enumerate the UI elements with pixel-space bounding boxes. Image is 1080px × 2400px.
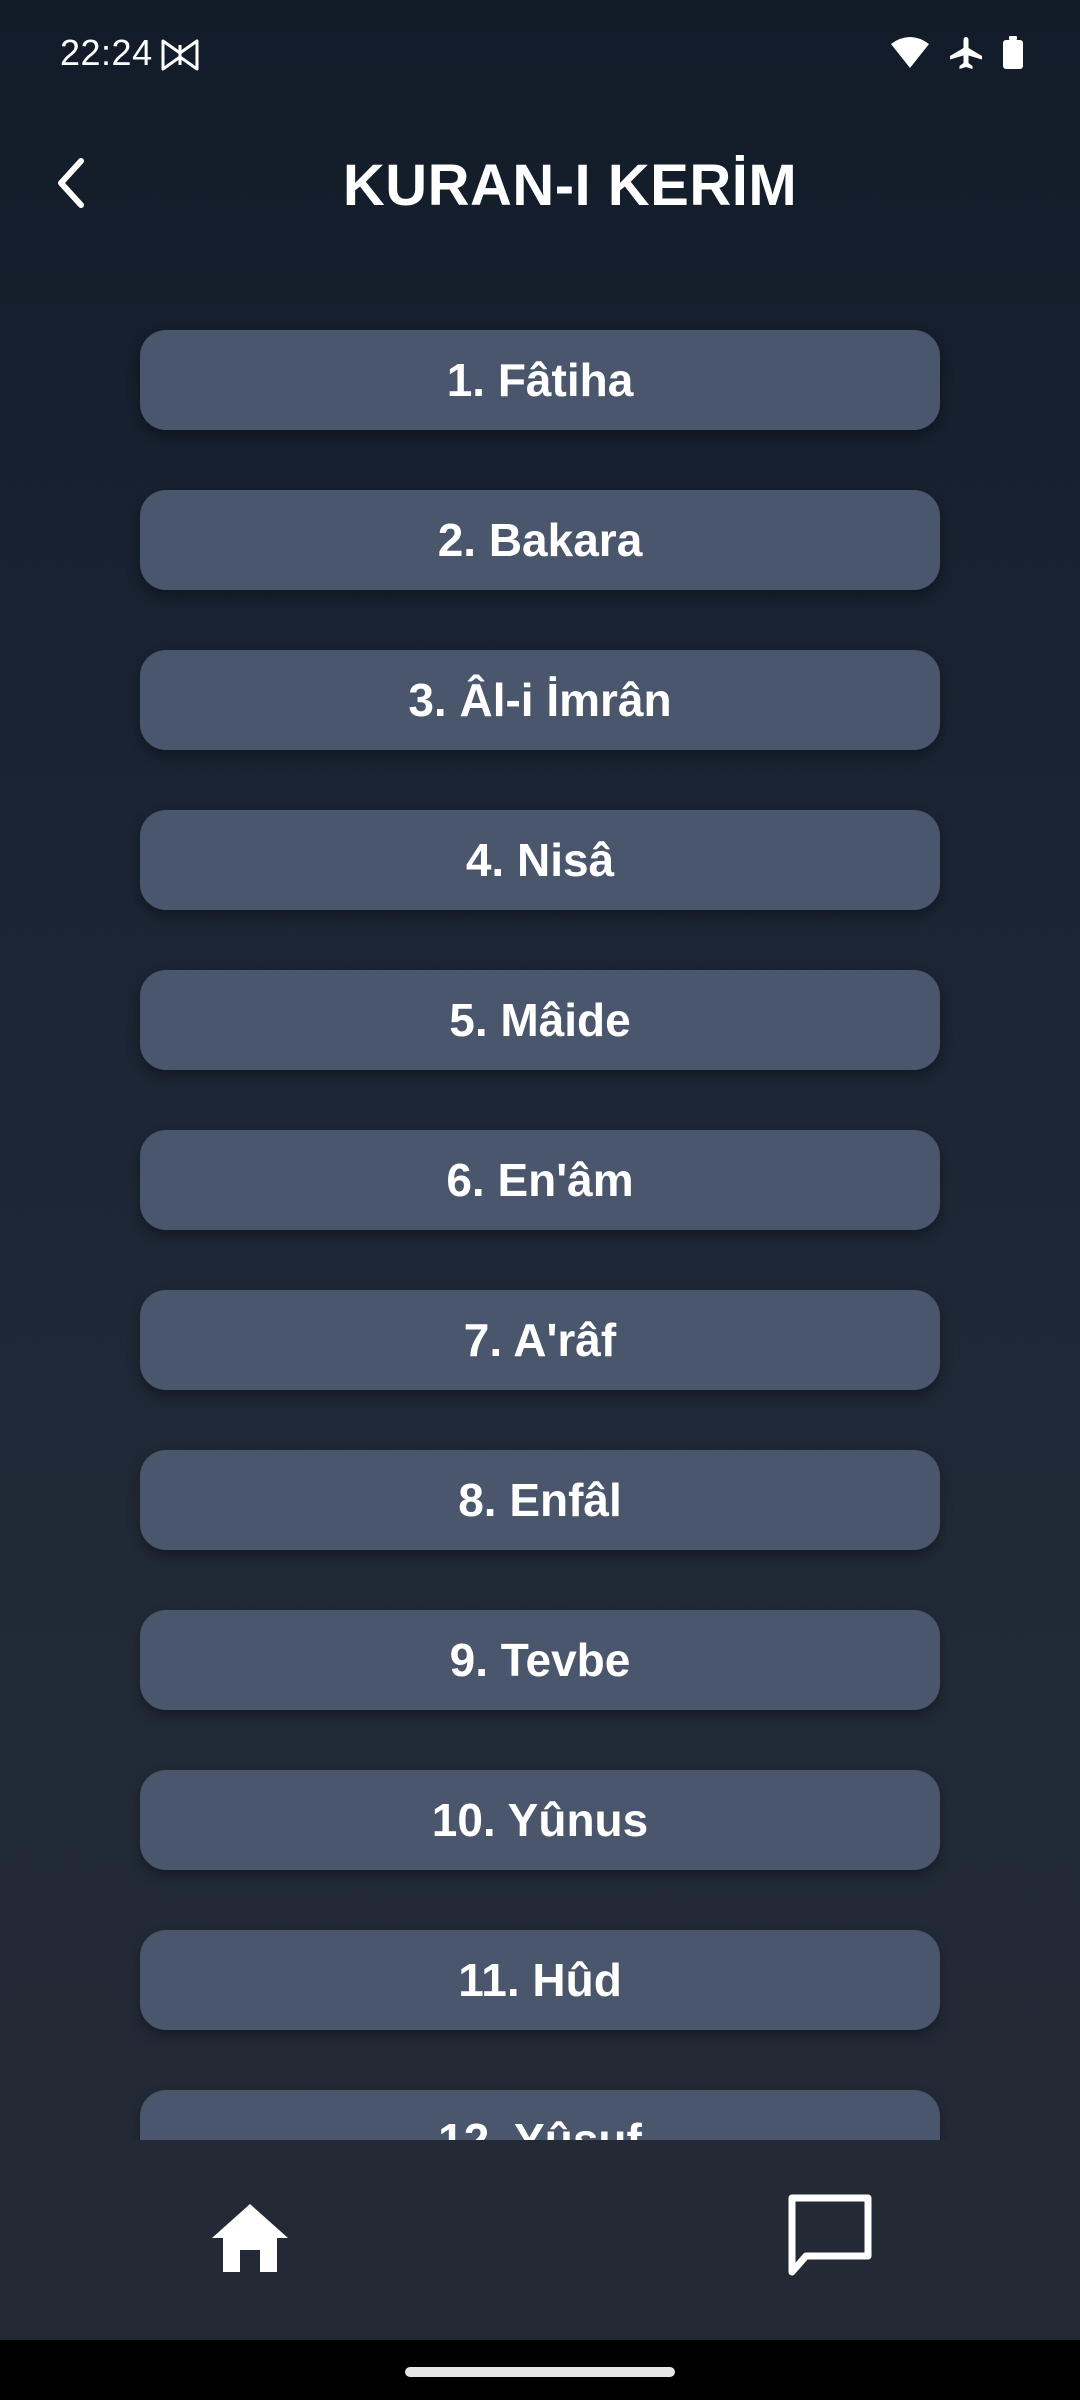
wifi-icon bbox=[890, 36, 930, 75]
page-title: KURAN-I KERİM bbox=[342, 153, 798, 218]
surah-button-maide[interactable]: 5. Mâide bbox=[140, 970, 940, 1070]
airplane-mode-icon bbox=[948, 35, 984, 76]
surah-button-yunus[interactable]: 10. Yûnus bbox=[140, 1770, 940, 1870]
chat-nav-button[interactable] bbox=[780, 2188, 880, 2288]
surah-button-tevbe[interactable]: 9. Tevbe bbox=[140, 1610, 940, 1710]
home-icon bbox=[210, 2202, 290, 2279]
home-nav-button[interactable] bbox=[200, 2195, 300, 2285]
surah-button-hud[interactable]: 11. Hûd bbox=[140, 1930, 940, 2030]
butterfly-notification-icon bbox=[160, 35, 200, 75]
surah-button-al-i-imran[interactable]: 3. Âl-i İmrân bbox=[140, 650, 940, 750]
surah-button-yusuf[interactable]: 12. Yûsuf bbox=[140, 2090, 940, 2140]
gesture-handle[interactable] bbox=[405, 2367, 675, 2377]
surah-list-viewport[interactable]: 1. Fâtiha 2. Bakara 3. Âl-i İmrân 4. Nis… bbox=[0, 300, 1080, 2140]
system-gesture-area bbox=[0, 2340, 1080, 2400]
surah-button-nisa[interactable]: 4. Nisâ bbox=[140, 810, 940, 910]
status-bar: 22:24 bbox=[0, 0, 1080, 110]
surah-button-enfal[interactable]: 8. Enfâl bbox=[140, 1450, 940, 1550]
surah-list: 1. Fâtiha 2. Bakara 3. Âl-i İmrân 4. Nis… bbox=[140, 330, 940, 2140]
chat-bubble-icon bbox=[786, 2192, 874, 2285]
surah-button-bakara[interactable]: 2. Bakara bbox=[140, 490, 940, 590]
battery-icon bbox=[1002, 35, 1024, 75]
bottom-navigation bbox=[0, 2140, 1080, 2340]
surah-button-enam[interactable]: 6. En'âm bbox=[140, 1130, 940, 1230]
surah-button-araf[interactable]: 7. A'râf bbox=[140, 1290, 940, 1390]
header: KURAN-I KERİM bbox=[0, 130, 1080, 240]
status-icons bbox=[890, 34, 1024, 76]
surah-button-fatiha[interactable]: 1. Fâtiha bbox=[140, 330, 940, 430]
status-time: 22:24 bbox=[60, 32, 153, 73]
